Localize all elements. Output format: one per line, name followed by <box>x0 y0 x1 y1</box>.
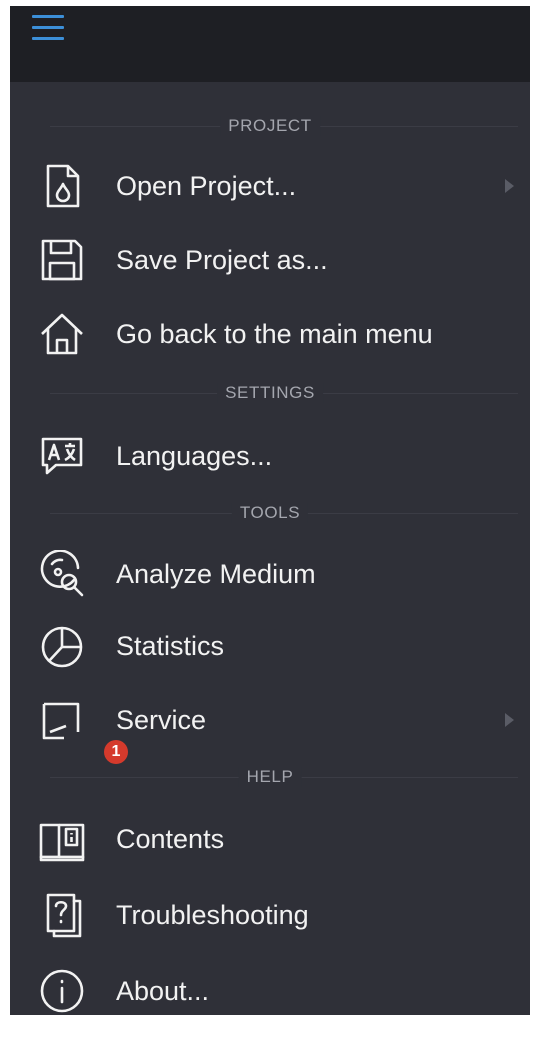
save-project-item[interactable]: Save Project as... <box>10 227 530 293</box>
section-tools-label: TOOLS <box>231 503 309 523</box>
contents-item[interactable]: Contents <box>10 806 530 872</box>
submenu-arrow-icon <box>505 179 514 193</box>
home-icon <box>38 310 86 358</box>
section-tools: TOOLS <box>10 498 530 528</box>
analyze-medium-item[interactable]: Analyze Medium <box>10 541 530 607</box>
open-project-label: Open Project... <box>116 171 297 201</box>
info-circle-icon <box>38 967 86 1015</box>
section-project-label: PROJECT <box>220 116 320 136</box>
languages-item[interactable]: Languages... <box>10 423 530 489</box>
save-project-label: Save Project as... <box>116 245 328 275</box>
service-label: Service <box>116 705 207 735</box>
open-project-item[interactable]: Open Project... <box>10 153 530 219</box>
statistics-item[interactable]: Statistics <box>10 613 530 679</box>
side-menu-panel: PROJECT Open Project... Save Project as.… <box>10 6 530 1015</box>
about-item[interactable]: About... <box>10 958 530 1015</box>
service-icon: 1 <box>38 696 128 764</box>
document-flame-icon <box>38 162 86 210</box>
language-icon <box>38 432 86 480</box>
contents-label: Contents <box>116 824 225 854</box>
section-settings-label: SETTINGS <box>217 383 323 403</box>
section-project: PROJECT <box>10 111 530 141</box>
disc-search-icon <box>38 550 86 598</box>
submenu-arrow-icon <box>505 713 514 727</box>
section-help: HELP <box>10 762 530 792</box>
statistics-label: Statistics <box>116 631 225 661</box>
languages-label: Languages... <box>116 441 273 471</box>
analyze-medium-label: Analyze Medium <box>116 559 316 589</box>
top-bar <box>10 6 530 82</box>
pie-chart-icon <box>38 622 86 670</box>
service-item[interactable]: 1 Service <box>10 687 530 764</box>
section-help-label: HELP <box>238 767 302 787</box>
main-menu-label: Go back to the main menu <box>116 319 433 349</box>
hamburger-menu-icon[interactable] <box>32 12 64 44</box>
help-pages-icon <box>38 891 86 939</box>
about-label: About... <box>116 976 210 1006</box>
floppy-disk-icon <box>38 236 86 284</box>
troubleshooting-item[interactable]: Troubleshooting <box>10 882 530 948</box>
book-info-icon <box>38 815 86 863</box>
section-settings: SETTINGS <box>10 378 530 408</box>
troubleshooting-label: Troubleshooting <box>116 900 309 930</box>
main-menu-item[interactable]: Go back to the main menu <box>10 301 530 367</box>
